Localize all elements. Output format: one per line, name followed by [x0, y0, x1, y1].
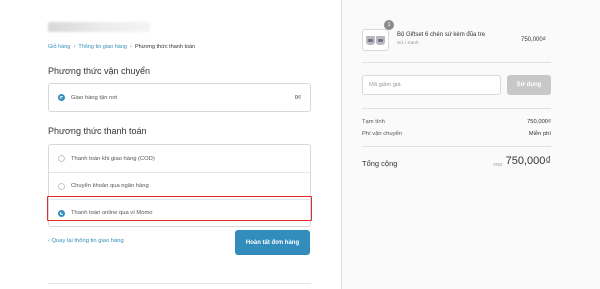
total-value: 750,000₫: [505, 155, 551, 167]
shipping-fee-label: Phí vận chuyển: [362, 131, 402, 137]
payment-option-label: Thanh toán khi giao hàng (COD): [71, 155, 155, 162]
shipping-method-title: Phương thức vận chuyển: [48, 66, 151, 76]
divider: [362, 62, 551, 63]
product-price: 750,000₫: [521, 37, 546, 43]
radio-selected-icon[interactable]: [58, 209, 65, 217]
shipping-option[interactable]: Giao hàng tận nơi 0₫: [49, 84, 310, 111]
divider: [362, 108, 551, 109]
payment-option-bank-transfer[interactable]: Chuyển khoản qua ngân hàng: [49, 172, 310, 199]
complete-order-button[interactable]: Hoàn tất đơn hàng: [235, 230, 310, 255]
bowl-icon: [366, 35, 375, 45]
payment-method-box: Thanh toán khi giao hàng (COD) Chuyển kh…: [48, 144, 311, 227]
payment-option-cod[interactable]: Thanh toán khi giao hàng (COD): [49, 145, 310, 172]
product-thumbnail: [362, 29, 389, 51]
divider: [48, 283, 311, 284]
payment-option-momo[interactable]: Thanh toán online qua ví Momo: [49, 199, 310, 226]
radio-unselected-icon[interactable]: [58, 155, 65, 162]
subtotal-value: 750,000₫: [527, 119, 551, 125]
checkout-page: Giỏ hàng › Thông tin giao hàng › Phương thức…: [0, 0, 600, 289]
radio-selected-icon[interactable]: [58, 94, 65, 101]
breadcrumb-separator-icon: ›: [129, 44, 132, 50]
shipping-option-price: 0₫: [294, 94, 301, 101]
breadcrumb-shipping-info-link[interactable]: Thông tin giao hàng: [78, 44, 127, 50]
coupon-input[interactable]: [362, 75, 501, 95]
total-label: Tổng cộng: [362, 159, 398, 168]
shipping-fee-value: Miễn phí: [528, 131, 551, 137]
checkout-main: Giỏ hàng › Thông tin giao hàng › Phương thức…: [0, 0, 341, 289]
breadcrumb-cart-link[interactable]: Giỏ hàng: [48, 44, 70, 50]
breadcrumb-current: Phương thức thanh toán: [134, 44, 196, 50]
shipping-method-box: Giao hàng tận nơi 0₫: [48, 83, 311, 112]
payment-option-label: Chuyển khoản qua ngân hàng: [71, 183, 149, 189]
breadcrumb-separator-icon: ›: [73, 44, 76, 50]
breadcrumb: Giỏ hàng › Thông tin giao hàng › Phương thức…: [48, 44, 195, 50]
payment-method-title: Phương thức thanh toán: [48, 126, 147, 136]
store-logo: [48, 22, 150, 32]
product-variant: Sứ / Xanh: [397, 41, 419, 46]
divider: [362, 146, 551, 147]
radio-unselected-icon[interactable]: [58, 182, 65, 190]
apply-coupon-button[interactable]: Sử dụng: [507, 75, 551, 95]
product-name: Bộ Giftset 6 chén sứ kèm đũa tre: [397, 32, 486, 38]
payment-option-label: Thanh toán online qua ví Momo: [71, 210, 153, 216]
shipping-option-label: Giao hàng tận nơi: [71, 94, 118, 101]
subtotal-label: Tạm tính: [362, 119, 385, 125]
bowl-icon: [376, 35, 385, 45]
back-to-shipping-link[interactable]: ‹ Quay lại thông tin giao hàng: [48, 238, 124, 244]
quantity-badge: 1: [384, 20, 394, 30]
total-currency: VND: [493, 162, 503, 167]
